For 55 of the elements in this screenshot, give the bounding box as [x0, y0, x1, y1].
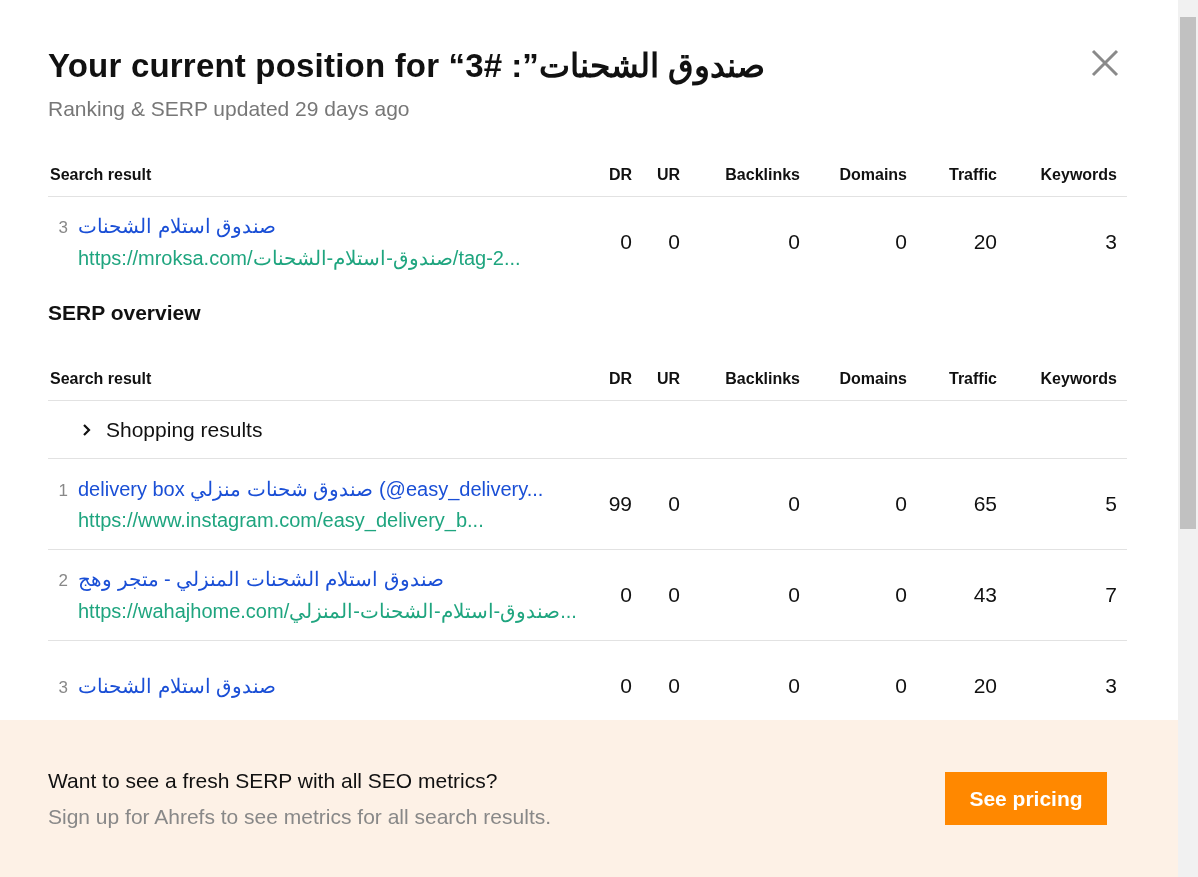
- table-cell-text: 0: [619, 674, 632, 698]
- table-cell-text: 0: [787, 492, 800, 516]
- table-cell-text: 0: [787, 230, 800, 254]
- position-number: 3: [57, 677, 68, 698]
- shopping-results-toggle[interactable]: Shopping results: [48, 417, 263, 442]
- table-cell-text: 43: [972, 583, 997, 607]
- column-header: Traffic: [948, 165, 997, 184]
- table-cell-text: 99: [607, 492, 632, 516]
- position-number: 1: [57, 479, 68, 501]
- table-cell-text: 3: [1104, 230, 1118, 254]
- table-cell-text: 0: [894, 674, 907, 698]
- column-header: Keywords: [1039, 369, 1118, 388]
- column-header: UR: [655, 165, 680, 184]
- table-cell-text: 0: [787, 583, 800, 607]
- banner-title: Want to see a fresh SERP with all SEO metrics?: [48, 768, 499, 793]
- table-cell-text: 5: [1104, 492, 1118, 516]
- position-number: 2: [57, 570, 68, 591]
- table-cell-text: 0: [787, 674, 800, 698]
- column-header: DR: [607, 369, 632, 388]
- position-number: 3: [57, 217, 68, 238]
- table-cell-text: 20: [972, 230, 997, 254]
- column-header: Domains: [838, 165, 907, 184]
- table-cell-text: 20: [972, 674, 997, 698]
- result-title-link[interactable]: صندوق استلام الشحنات: [78, 214, 521, 238]
- table-cell-text: 0: [894, 492, 907, 516]
- banner-text: Sign up for Ahrefs to see metrics for all search results.: [48, 804, 552, 829]
- column-header: DR: [607, 165, 632, 184]
- column-header: Domains: [838, 369, 907, 388]
- column-header: Backlinks: [724, 165, 800, 184]
- close-button[interactable]: [1090, 48, 1120, 78]
- dialog-title: Your current position for “صندوق الشحنات”: #3: [48, 46, 765, 85]
- section-heading: SERP overview: [48, 301, 202, 325]
- table-cell-text: 3: [1104, 674, 1118, 698]
- table-cell-text: 0: [894, 583, 907, 607]
- column-header: Search result: [49, 369, 153, 388]
- table-cell-text: 0: [667, 230, 680, 254]
- result-title-link[interactable]: delivery box صندوق شحنات منزلي (@easy_delivery...: [78, 476, 544, 501]
- table-cell-text: 65: [972, 492, 997, 516]
- scrollbar[interactable]: [1178, 0, 1198, 877]
- column-header: Backlinks: [724, 369, 800, 388]
- column-header: Search result: [49, 165, 153, 184]
- chevron-icon: [82, 422, 92, 437]
- column-header: Keywords: [1039, 165, 1118, 184]
- table-cell-text: 0: [667, 674, 680, 698]
- table-cell-text: 7: [1104, 583, 1118, 607]
- column-header: UR: [655, 369, 680, 388]
- table-cell-text: 0: [619, 583, 632, 607]
- table-cell-text: 0: [667, 492, 680, 516]
- update-note: Ranking & SERP updated 29 days ago: [48, 97, 411, 121]
- column-header: Traffic: [948, 369, 997, 388]
- table-cell-text: 0: [667, 583, 680, 607]
- table-cell-text: 0: [894, 230, 907, 254]
- result-title-link[interactable]: صندوق استلام الشحنات: [78, 674, 277, 698]
- result-title-link[interactable]: صندوق استلام الشحنات المنزلي - متجر وهج: [78, 567, 577, 591]
- table-cell-text: 0: [619, 230, 632, 254]
